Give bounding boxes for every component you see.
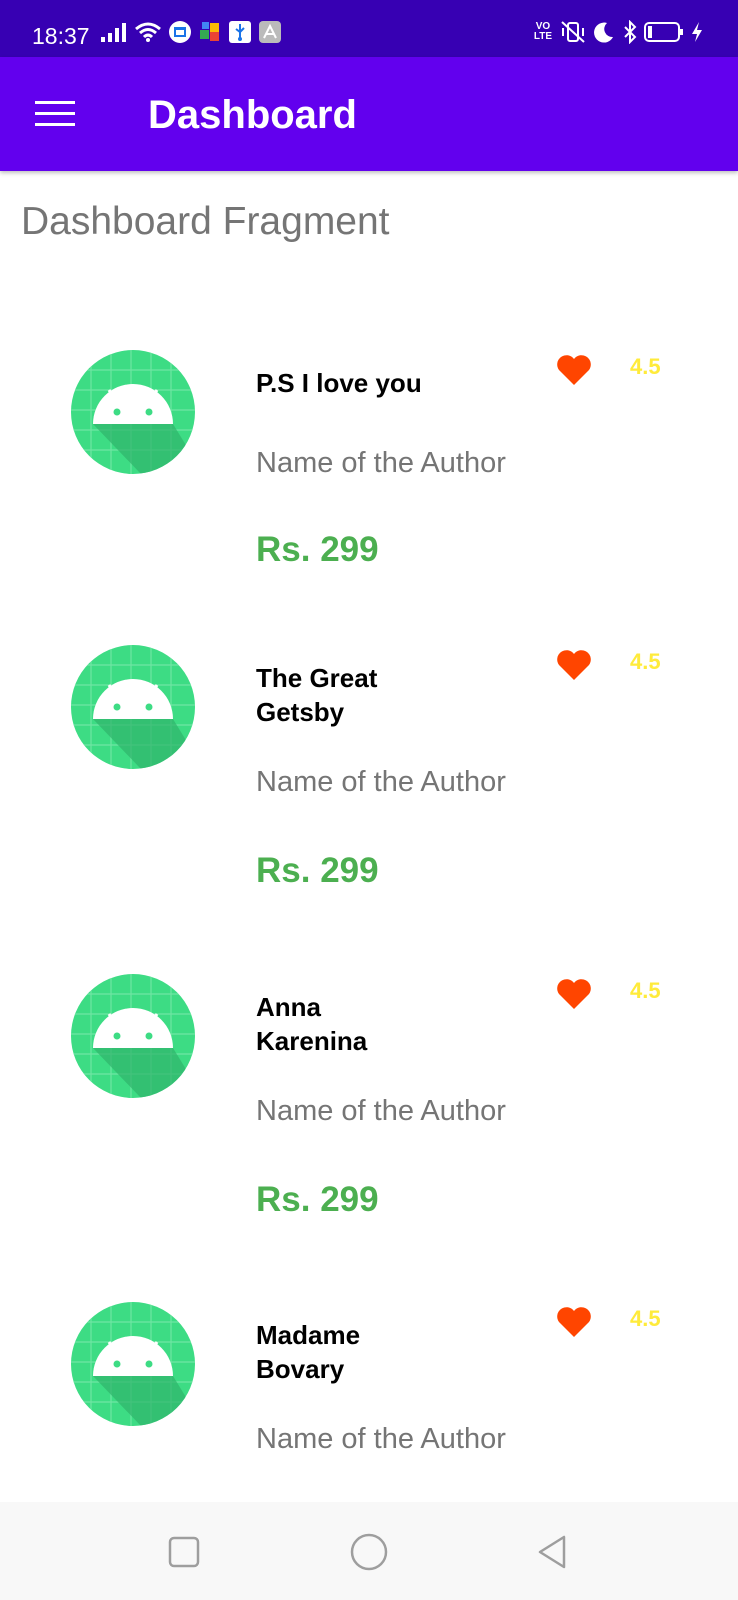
status-bar: 18:37 VO LTE: [0, 0, 738, 57]
book-rating: 4.5: [630, 649, 661, 674]
vibrate-off-icon: [560, 20, 586, 44]
fragment-title: Dashboard Fragment: [21, 200, 390, 243]
android-avatar-icon: [71, 974, 195, 1098]
charging-icon: [690, 21, 704, 43]
usb-icon: [228, 20, 252, 44]
book-title: The Great Getsby: [256, 663, 378, 727]
book-price: Rs. 299: [256, 1180, 379, 1219]
menu-icon: [35, 101, 75, 126]
status-time: 18:37: [32, 23, 90, 49]
menu-button[interactable]: [26, 87, 84, 141]
app-bar: Dashboard: [0, 57, 738, 171]
calendar-icon: [168, 20, 192, 44]
book-rating: 4.5: [630, 354, 661, 379]
book-author: Name of the Author: [256, 1095, 506, 1127]
favorite-heart-icon[interactable]: [556, 649, 592, 681]
app-title: Dashboard: [148, 93, 357, 137]
battery-icon: [644, 21, 684, 43]
favorite-heart-icon[interactable]: [556, 978, 592, 1010]
signal-icon: [100, 21, 128, 43]
book-rating: 4.5: [630, 978, 661, 1003]
do-not-disturb-icon: [592, 20, 616, 44]
book-author: Name of the Author: [256, 766, 506, 798]
recents-square-icon[interactable]: [162, 1530, 206, 1574]
book-price: Rs. 299: [256, 530, 379, 569]
book-item[interactable]: P.S I love you Name of the Author Rs. 29…: [0, 310, 738, 610]
android-avatar-icon: [71, 350, 195, 474]
puzzle-icon: [198, 20, 222, 44]
home-circle-icon[interactable]: [347, 1530, 391, 1574]
book-title: Madame Bovary: [256, 1320, 361, 1384]
book-title: Anna Karenina: [256, 992, 368, 1056]
store-icon: [258, 20, 282, 44]
book-title: P.S I love you: [256, 368, 422, 398]
volte-icon: VO LTE: [533, 21, 553, 42]
book-author: Name of the Author: [256, 1423, 506, 1455]
back-triangle-icon[interactable]: [530, 1530, 574, 1574]
book-price: Rs. 299: [256, 851, 379, 890]
favorite-heart-icon[interactable]: [556, 1306, 592, 1338]
wifi-icon: [134, 21, 162, 43]
favorite-heart-icon[interactable]: [556, 354, 592, 386]
bluetooth-icon: [622, 20, 638, 44]
android-avatar-icon: [71, 1302, 195, 1426]
book-rating: 4.5: [630, 1306, 661, 1331]
book-item[interactable]: The Great Getsby Name of the Author Rs. …: [0, 605, 738, 905]
android-avatar-icon: [71, 645, 195, 769]
book-item[interactable]: Anna Karenina Name of the Author Rs. 299…: [0, 934, 738, 1234]
system-nav-bar: [0, 1502, 738, 1600]
book-author: Name of the Author: [256, 447, 506, 479]
